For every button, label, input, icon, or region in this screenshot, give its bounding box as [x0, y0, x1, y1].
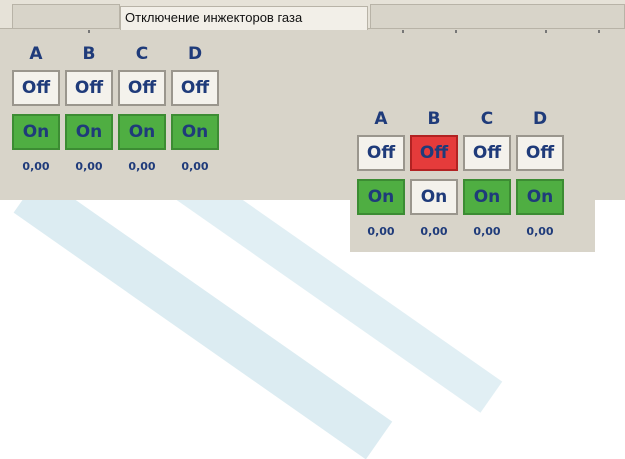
on-button-c[interactable]: On [118, 114, 166, 150]
tab-tick-mark [455, 30, 457, 33]
injector-label-a: A [374, 109, 388, 129]
tab-tick-mark [88, 30, 90, 33]
on-button-d[interactable]: On [171, 114, 219, 150]
injector-panel-2: A Off On 0,00 B Off On 0,00 C Off On 0,00 D Off On 0,00 [350, 95, 595, 252]
off-button-d[interactable]: Off [516, 135, 564, 171]
injector-value-b: 0,00 [420, 225, 448, 238]
tab-previous[interactable] [12, 4, 120, 28]
tab-next[interactable] [370, 4, 625, 28]
injector-label-d: D [187, 44, 203, 64]
injector-value-b: 0,00 [75, 160, 103, 173]
off-button-c[interactable]: Off [463, 135, 511, 171]
on-button-a[interactable]: On [357, 179, 405, 215]
injector-value-d: 0,00 [181, 160, 209, 173]
tab-title: Отключение инжекторов газа [125, 10, 303, 25]
on-button-b[interactable]: On [410, 179, 458, 215]
injector-value-a: 0,00 [22, 160, 50, 173]
injector-label-b: B [427, 109, 441, 129]
injector-value-c: 0,00 [473, 225, 501, 238]
injector-label-c: C [480, 109, 494, 129]
off-button-b[interactable]: Off [410, 135, 458, 171]
off-button-a[interactable]: Off [357, 135, 405, 171]
injector-label-a: A [29, 44, 43, 64]
off-button-b[interactable]: Off [65, 70, 113, 106]
on-button-b[interactable]: On [65, 114, 113, 150]
on-button-a[interactable]: On [12, 114, 60, 150]
tab-tick-mark [598, 30, 600, 33]
on-button-d[interactable]: On [516, 179, 564, 215]
tab-tick-mark [402, 30, 404, 33]
tab-tick-mark [545, 30, 547, 33]
injector-value-a: 0,00 [367, 225, 395, 238]
tab-bar: Отключение инжекторов газа [0, 0, 625, 30]
tab-gas-injector-shutoff[interactable]: Отключение инжекторов газа [120, 6, 368, 30]
injector-value-d: 0,00 [526, 225, 554, 238]
injector-value-c: 0,00 [128, 160, 156, 173]
off-button-c[interactable]: Off [118, 70, 166, 106]
injector-label-d: D [532, 109, 548, 129]
off-button-a[interactable]: Off [12, 70, 60, 106]
injector-label-b: B [82, 44, 96, 64]
off-button-d[interactable]: Off [171, 70, 219, 106]
injector-label-c: C [135, 44, 149, 64]
on-button-c[interactable]: On [463, 179, 511, 215]
